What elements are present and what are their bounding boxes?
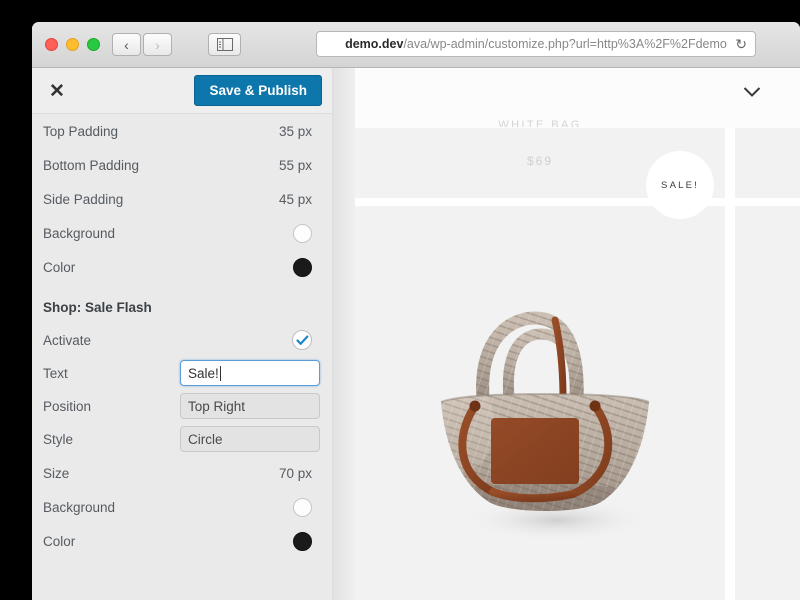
url-text: demo.dev/ava/wp-admin/customize.php?url=… bbox=[345, 37, 727, 51]
url-domain: demo.dev bbox=[345, 37, 404, 51]
reload-icon[interactable]: ↻ bbox=[735, 36, 747, 53]
control-row-style[interactable]: Style Circle bbox=[32, 423, 332, 455]
product-image-basket-bag bbox=[440, 311, 653, 542]
chevron-left-icon: ‹ bbox=[124, 36, 129, 53]
close-window-button[interactable] bbox=[45, 38, 58, 51]
product-tile-right-column[interactable] bbox=[735, 206, 800, 600]
color-swatch-black[interactable] bbox=[293, 257, 312, 277]
control-label: Style bbox=[43, 431, 74, 447]
control-label: Top Padding bbox=[43, 123, 119, 139]
url-path: /ava/wp-admin/customize.php?url=http%3A%… bbox=[403, 37, 727, 51]
save-and-publish-button[interactable]: Save & Publish bbox=[194, 75, 322, 106]
window-controls bbox=[45, 38, 100, 51]
control-row-text[interactable]: Text Sale! bbox=[32, 357, 332, 389]
forward-button[interactable]: › bbox=[143, 33, 172, 56]
control-value: 45 px bbox=[278, 191, 312, 207]
browser-titlebar: ‹ › demo.dev/ava/wp-admin/customize.php?… bbox=[32, 22, 800, 68]
sidebar-toggle-button[interactable] bbox=[208, 33, 241, 56]
position-value: Top Right bbox=[188, 398, 246, 414]
text-caret bbox=[219, 365, 221, 381]
preview-header-strip: WHITE BAG bbox=[355, 68, 800, 128]
control-row-side-padding[interactable]: Side Padding 45 px bbox=[32, 182, 332, 216]
control-label: Text bbox=[43, 365, 68, 381]
minimize-window-button[interactable] bbox=[66, 38, 79, 51]
control-row-activate[interactable]: Activate bbox=[32, 323, 332, 357]
activate-checkbox[interactable] bbox=[292, 330, 312, 350]
control-label: Activate bbox=[43, 332, 92, 348]
product-tile-above-right[interactable] bbox=[735, 128, 800, 198]
control-row-flash-color[interactable]: Color bbox=[32, 524, 332, 558]
sidebar-preview-divider bbox=[333, 68, 355, 600]
color-swatch-white[interactable] bbox=[293, 223, 312, 243]
control-row-color[interactable]: Color bbox=[32, 250, 332, 284]
control-value: 35 px bbox=[278, 123, 312, 139]
control-row-size[interactable]: Size 70 px bbox=[32, 456, 332, 490]
flash-color-swatch[interactable] bbox=[293, 531, 312, 551]
control-row-background[interactable]: Background bbox=[32, 216, 332, 250]
chevron-down-icon[interactable] bbox=[743, 86, 761, 98]
sale-flash-badge-text: SALE! bbox=[661, 179, 699, 191]
sale-text-input[interactable]: Sale! bbox=[180, 360, 320, 386]
style-select[interactable]: Circle bbox=[180, 426, 320, 452]
control-label: Side Padding bbox=[43, 191, 124, 207]
close-customizer-button[interactable]: ✕ bbox=[46, 80, 68, 102]
control-label: Background bbox=[43, 499, 116, 515]
control-row-flash-background[interactable]: Background bbox=[32, 490, 332, 524]
checkmark-icon bbox=[295, 335, 308, 345]
maximize-window-button[interactable] bbox=[87, 38, 100, 51]
site-preview-pane: WHITE BAG $69 SALE! bbox=[355, 68, 800, 600]
sale-text-value: Sale! bbox=[188, 365, 219, 381]
control-label: Bottom Padding bbox=[43, 157, 140, 173]
address-bar[interactable]: demo.dev/ava/wp-admin/customize.php?url=… bbox=[316, 31, 756, 57]
control-label: Color bbox=[43, 259, 76, 275]
position-select[interactable]: Top Right bbox=[180, 393, 320, 419]
sidebar-panel-icon bbox=[216, 38, 233, 51]
control-row-bottom-padding[interactable]: Bottom Padding 55 px bbox=[32, 148, 332, 182]
customizer-header: ✕ Save & Publish bbox=[32, 68, 332, 114]
control-label: Background bbox=[43, 225, 116, 241]
style-value: Circle bbox=[188, 431, 223, 447]
control-value: 70 px bbox=[278, 465, 312, 481]
back-button[interactable]: ‹ bbox=[112, 33, 141, 56]
customizer-sidebar: ✕ Save & Publish Top Padding 35 px Botto… bbox=[32, 68, 333, 600]
control-row-top-padding[interactable]: Top Padding 35 px bbox=[32, 114, 332, 148]
control-label: Size bbox=[43, 465, 70, 481]
flash-background-swatch[interactable] bbox=[293, 497, 312, 517]
control-row-position[interactable]: Position Top Right bbox=[32, 390, 332, 422]
preview-product-name: WHITE BAG bbox=[498, 119, 582, 127]
sale-flash-badge: SALE! bbox=[646, 151, 714, 219]
product-tile-main[interactable] bbox=[355, 206, 725, 600]
browser-window: ‹ › demo.dev/ava/wp-admin/customize.php?… bbox=[32, 22, 800, 600]
controls-list: Top Padding 35 px Bottom Padding 55 px S… bbox=[32, 114, 332, 558]
chevron-right-icon: › bbox=[155, 36, 160, 53]
control-value: 55 px bbox=[278, 157, 312, 173]
control-label: Position bbox=[43, 398, 92, 414]
control-label: Color bbox=[43, 533, 76, 549]
section-title-shop-sale-flash: Shop: Sale Flash bbox=[43, 300, 152, 315]
